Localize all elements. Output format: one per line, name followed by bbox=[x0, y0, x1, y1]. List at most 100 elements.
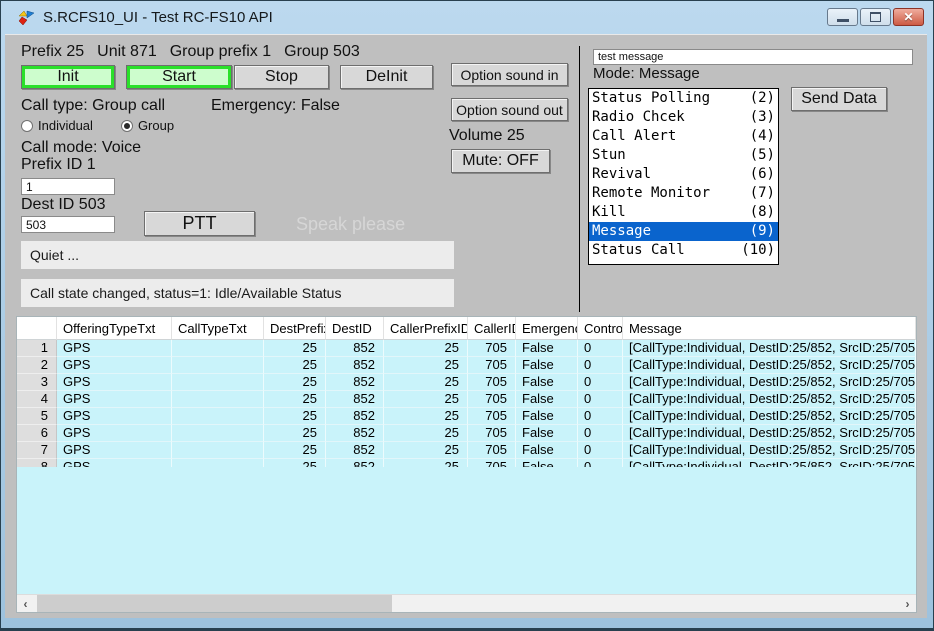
table-cell: 25 bbox=[384, 391, 468, 408]
table-cell: 0 bbox=[578, 408, 623, 425]
listbox-item-number: (9) bbox=[750, 222, 775, 241]
row-number-cell: 1 bbox=[17, 340, 57, 357]
listbox-item-label: Stun bbox=[592, 146, 626, 165]
table-row[interactable]: 2GPS2585225705False0[CallType:Individual… bbox=[17, 357, 916, 374]
column-header[interactable]: CallerPrefixID bbox=[384, 317, 468, 340]
table-cell: [CallType:Individual, DestID:25/852, Src… bbox=[623, 374, 916, 391]
table-row[interactable]: 3GPS2585225705False0[CallType:Individual… bbox=[17, 374, 916, 391]
table-cell bbox=[172, 357, 264, 374]
dest-id-input[interactable] bbox=[21, 216, 115, 233]
table-cell: 25 bbox=[384, 340, 468, 357]
table-row[interactable]: 6GPS2585225705False0[CallType:Individual… bbox=[17, 425, 916, 442]
message-input[interactable] bbox=[593, 49, 913, 65]
table-cell: GPS bbox=[57, 374, 172, 391]
row-number-cell: 4 bbox=[17, 391, 57, 408]
scrollbar-thumb[interactable] bbox=[37, 595, 392, 612]
speak-hint: Speak please bbox=[296, 214, 405, 235]
table-cell: 0 bbox=[578, 425, 623, 442]
column-header[interactable]: DestID bbox=[326, 317, 384, 340]
sound-status-box: Quiet ... bbox=[21, 241, 454, 269]
scroll-left-icon[interactable]: ‹ bbox=[17, 595, 34, 612]
send-data-button[interactable]: Send Data bbox=[791, 87, 887, 111]
listbox-item[interactable]: Kill(8) bbox=[589, 203, 778, 222]
radio-individual[interactable]: Individual bbox=[21, 118, 93, 133]
column-header[interactable]: Message bbox=[623, 317, 916, 340]
listbox-item-label: Message bbox=[592, 222, 651, 241]
table-filler bbox=[17, 467, 916, 594]
table-cell: 705 bbox=[468, 425, 516, 442]
table-body: 1GPS2585225705False0[CallType:Individual… bbox=[17, 340, 916, 467]
listbox-item-label: Kill bbox=[592, 203, 626, 222]
table-row[interactable]: 5GPS2585225705False0[CallType:Individual… bbox=[17, 408, 916, 425]
listbox-item[interactable]: Radio Chcek(3) bbox=[589, 108, 778, 127]
column-header[interactable]: Control bbox=[578, 317, 623, 340]
table-row[interactable]: 4GPS2585225705False0[CallType:Individual… bbox=[17, 391, 916, 408]
column-header[interactable]: CallTypeTxt bbox=[172, 317, 264, 340]
deinit-button[interactable]: DeInit bbox=[340, 65, 433, 89]
stop-button[interactable]: Stop bbox=[234, 65, 329, 89]
listbox-item[interactable]: Revival(6) bbox=[589, 165, 778, 184]
table-cell: 25 bbox=[384, 357, 468, 374]
option-sound-in-button[interactable]: Option sound in bbox=[451, 63, 568, 86]
row-number-cell: 7 bbox=[17, 442, 57, 459]
column-header[interactable]: CallerID bbox=[468, 317, 516, 340]
listbox-item[interactable]: Message (9) bbox=[589, 222, 778, 241]
listbox-item[interactable]: Status Polling (2) bbox=[589, 89, 778, 108]
table-row[interactable]: 7GPS2585225705False0[CallType:Individual… bbox=[17, 442, 916, 459]
id-labels-row: Prefix 25 Unit 871 Group prefix 1 Group … bbox=[21, 43, 360, 61]
call-type-label: Call type: Group call bbox=[21, 97, 165, 115]
maximize-icon bbox=[870, 12, 881, 22]
column-header[interactable]: DestPrefix bbox=[264, 317, 326, 340]
column-header[interactable]: Emergency bbox=[516, 317, 578, 340]
close-button[interactable]: ✕ bbox=[893, 8, 924, 26]
scroll-right-icon[interactable]: › bbox=[899, 595, 916, 612]
emergency-label: Emergency: False bbox=[211, 97, 340, 115]
listbox-item-number: (2) bbox=[750, 89, 775, 108]
table-cell: 705 bbox=[468, 391, 516, 408]
prefix-id-input[interactable] bbox=[21, 178, 115, 195]
column-header[interactable] bbox=[17, 317, 57, 340]
radio-icon bbox=[121, 120, 133, 132]
listbox-item[interactable]: Status Call(10) bbox=[589, 241, 778, 260]
listbox-item[interactable]: Stun(5) bbox=[589, 146, 778, 165]
table-cell: [CallType:Individual, DestID:25/852, Src… bbox=[623, 408, 916, 425]
horizontal-scrollbar[interactable]: ‹ › bbox=[17, 594, 916, 612]
table-cell bbox=[172, 408, 264, 425]
panel-divider bbox=[579, 46, 580, 312]
table-cell: 25 bbox=[384, 442, 468, 459]
start-button[interactable]: Start bbox=[126, 65, 232, 89]
mode-listbox[interactable]: Status Polling (2)Radio Chcek(3)Call Aler… bbox=[588, 88, 779, 265]
table-cell: GPS bbox=[57, 442, 172, 459]
client-area: Prefix 25 Unit 871 Group prefix 1 Group … bbox=[5, 34, 927, 618]
title-bar[interactable]: S.RCFS10_UI - Test RC-FS10 API ✕ bbox=[1, 1, 933, 34]
listbox-item-number: (10) bbox=[741, 241, 775, 260]
radio-row: Individual Group bbox=[21, 118, 174, 133]
table-cell: False bbox=[516, 391, 578, 408]
row-number-cell: 6 bbox=[17, 425, 57, 442]
window-title: S.RCFS10_UI - Test RC-FS10 API bbox=[43, 9, 273, 26]
table-cell: False bbox=[516, 340, 578, 357]
minimize-icon bbox=[837, 19, 849, 22]
table-cell: [CallType:Individual, DestID:25/852, Src… bbox=[623, 425, 916, 442]
table-cell: GPS bbox=[57, 408, 172, 425]
radio-group[interactable]: Group bbox=[121, 118, 174, 133]
listbox-item-label: Status Polling bbox=[592, 89, 710, 108]
group-label: Group 503 bbox=[284, 43, 360, 61]
radio-icon bbox=[21, 120, 33, 132]
option-sound-out-button[interactable]: Option sound out bbox=[451, 98, 568, 121]
table-cell: 25 bbox=[384, 408, 468, 425]
table-cell bbox=[172, 340, 264, 357]
column-header[interactable]: OfferingTypeTxt bbox=[57, 317, 172, 340]
mute-button[interactable]: Mute: OFF bbox=[451, 149, 550, 173]
ptt-button[interactable]: PTT bbox=[144, 211, 255, 236]
maximize-button[interactable] bbox=[860, 8, 891, 26]
listbox-item[interactable]: Call Alert(4) bbox=[589, 127, 778, 146]
table-cell: 25 bbox=[264, 374, 326, 391]
init-button[interactable]: Init bbox=[21, 65, 115, 89]
table-cell: [CallType:Individual, DestID:25/852, Src… bbox=[623, 357, 916, 374]
table-cell: 0 bbox=[578, 391, 623, 408]
table-row[interactable]: 1GPS2585225705False0[CallType:Individual… bbox=[17, 340, 916, 357]
listbox-item-label: Call Alert bbox=[592, 127, 676, 146]
listbox-item[interactable]: Remote Monitor(7) bbox=[589, 184, 778, 203]
minimize-button[interactable] bbox=[827, 8, 858, 26]
